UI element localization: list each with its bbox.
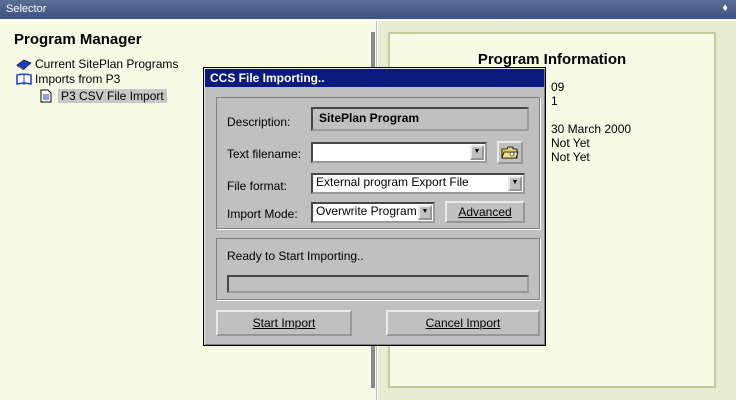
- text-filename-combo[interactable]: ▼: [311, 142, 487, 163]
- import-mode-label: Import Mode:: [227, 207, 298, 221]
- status-group: Ready to Start Importing..: [216, 238, 540, 300]
- info-value: 30 March 2000: [551, 122, 632, 136]
- selector-titlebar: Selector ♦: [0, 0, 736, 19]
- folder-browse-icon: [501, 146, 519, 159]
- cancel-import-button[interactable]: Cancel Import: [386, 310, 540, 336]
- file-format-value: External program Export File: [316, 175, 469, 189]
- chevron-down-icon[interactable]: ▼: [508, 176, 522, 191]
- program-information-title: Program Information: [477, 51, 627, 68]
- info-value: Not Yet: [551, 136, 590, 150]
- advanced-button[interactable]: Advanced: [445, 201, 525, 223]
- info-value: 09: [551, 80, 565, 94]
- file-format-label: File format:: [227, 179, 288, 193]
- tree-item-current-programs[interactable]: Current SitePlan Programs: [16, 56, 178, 72]
- pin-icon[interactable]: ♦: [722, 2, 728, 14]
- import-mode-value: Overwrite Program: [316, 204, 417, 218]
- ccs-file-import-dialog: CCS File Importing.. Description: SitePl…: [203, 67, 546, 346]
- text-filename-label: Text filename:: [227, 147, 302, 161]
- browse-button[interactable]: [497, 141, 523, 164]
- start-import-label: Start Import: [252, 316, 316, 330]
- tree-item-p3-csv-import[interactable]: P3 CSV File Import: [39, 88, 167, 104]
- import-options-group: Description: SitePlan Program Text filen…: [216, 97, 540, 229]
- program-manager-title: Program Manager: [14, 31, 142, 48]
- document-icon: [39, 89, 55, 103]
- chevron-down-icon[interactable]: ▼: [470, 145, 484, 160]
- dialog-title: CCS File Importing..: [205, 69, 544, 87]
- description-field: SitePlan Program: [311, 107, 529, 131]
- tree-item-label: P3 CSV File Import: [58, 89, 167, 103]
- tree-item-label: Imports from P3: [35, 72, 121, 86]
- advanced-button-label: Advanced: [458, 205, 512, 219]
- window-title: Selector: [6, 3, 47, 15]
- cancel-import-label: Cancel Import: [425, 316, 501, 330]
- chevron-down-icon[interactable]: ▼: [418, 205, 432, 220]
- info-value: 1: [551, 94, 558, 108]
- status-text: Ready to Start Importing..: [227, 249, 364, 263]
- description-label: Description:: [227, 115, 291, 129]
- import-mode-select[interactable]: Overwrite Program ▼: [311, 202, 435, 223]
- tree-item-label: Current SitePlan Programs: [35, 57, 179, 71]
- start-import-button[interactable]: Start Import: [216, 310, 352, 336]
- info-value: Not Yet: [551, 150, 590, 164]
- tree-item-imports-from-p3[interactable]: Imports from P3: [16, 71, 120, 87]
- import-progress-bar: [227, 275, 529, 293]
- file-format-select[interactable]: External program Export File ▼: [311, 173, 525, 194]
- open-book-icon: [16, 72, 32, 86]
- book-icon: [16, 57, 32, 71]
